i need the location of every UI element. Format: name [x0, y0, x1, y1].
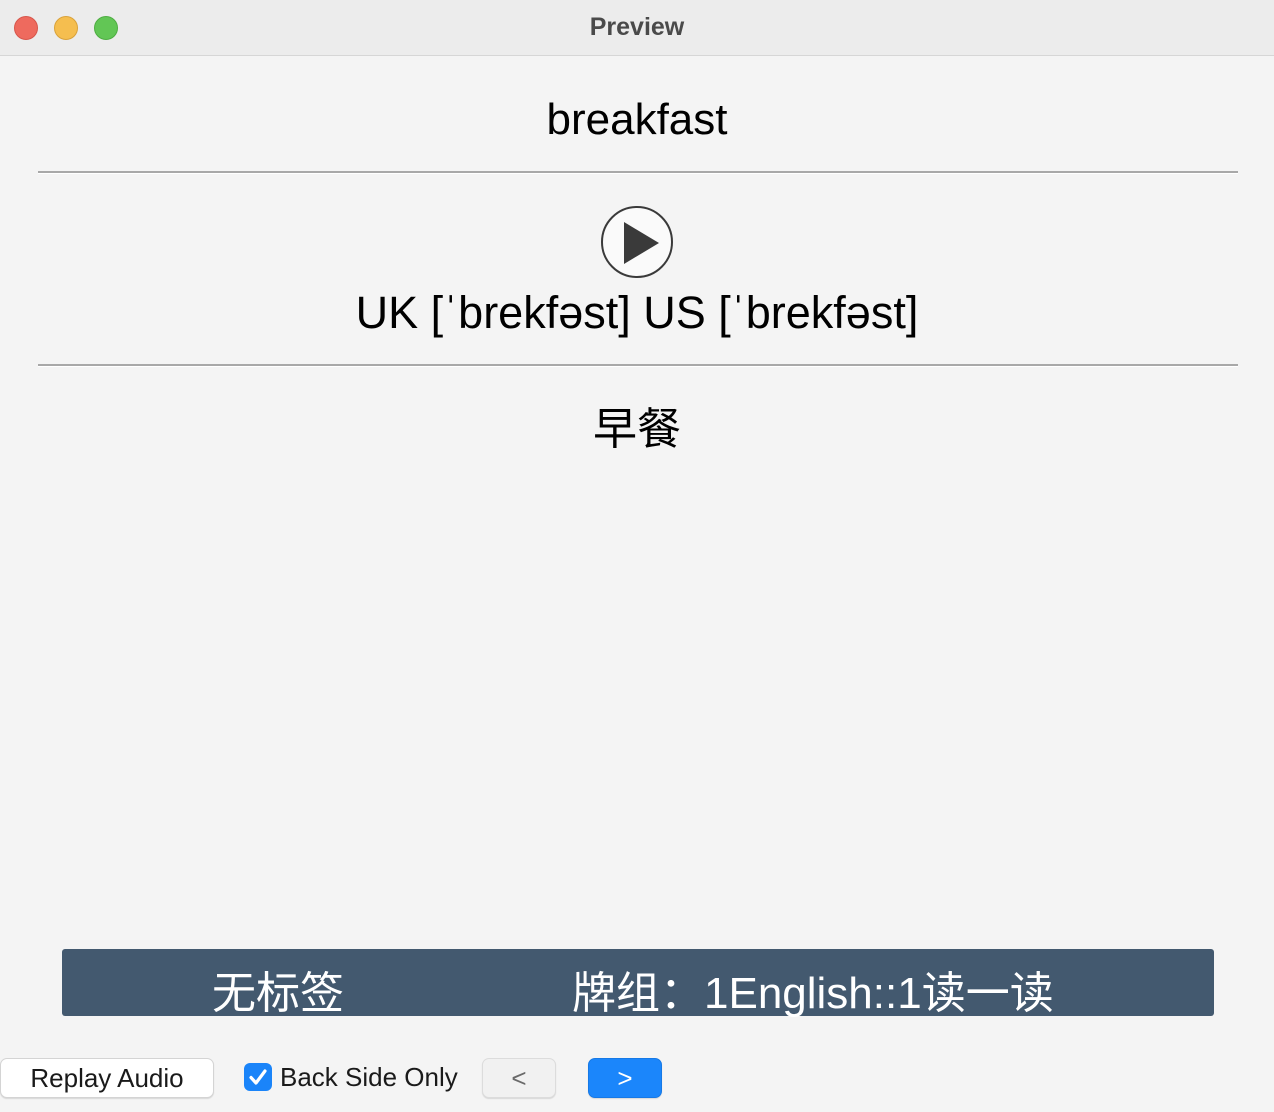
- checkbox-checked[interactable]: [244, 1063, 272, 1091]
- phonetic-transcription: UK [ˈbrekfəst] US [ˈbrekfəst]: [355, 287, 919, 338]
- replay-audio-button[interactable]: Replay Audio: [0, 1058, 214, 1098]
- preview-controls: Replay Audio Back Side Only < >: [0, 1057, 1274, 1112]
- play-circle-icon: [624, 222, 659, 264]
- deck-label: 牌组：1English::1读一读: [572, 969, 1054, 1018]
- play-audio-button[interactable]: [601, 206, 673, 278]
- divider: [38, 171, 1238, 174]
- previous-card-button[interactable]: <: [482, 1058, 556, 1098]
- card-meaning: 早餐: [593, 405, 681, 454]
- tags-label: 无标签: [212, 969, 344, 1018]
- preview-window: Preview breakfast UK [ˈbrekfəst] US [ˈbr…: [0, 0, 1274, 1112]
- back-side-only-label: Back Side Only: [280, 1062, 458, 1092]
- card-word: breakfast: [546, 95, 728, 144]
- card-info-bar: 无标签 牌组：1English::1读一读: [62, 949, 1214, 1018]
- divider: [38, 364, 1238, 367]
- window-title: Preview: [589, 13, 685, 41]
- next-card-button[interactable]: >: [588, 1058, 662, 1098]
- title-bar: Preview: [0, 0, 1274, 56]
- checkmark-icon: [249, 1069, 267, 1085]
- card-content: breakfast UK [ˈbrekfəst] US [ˈbrekfəst] …: [0, 57, 1274, 1112]
